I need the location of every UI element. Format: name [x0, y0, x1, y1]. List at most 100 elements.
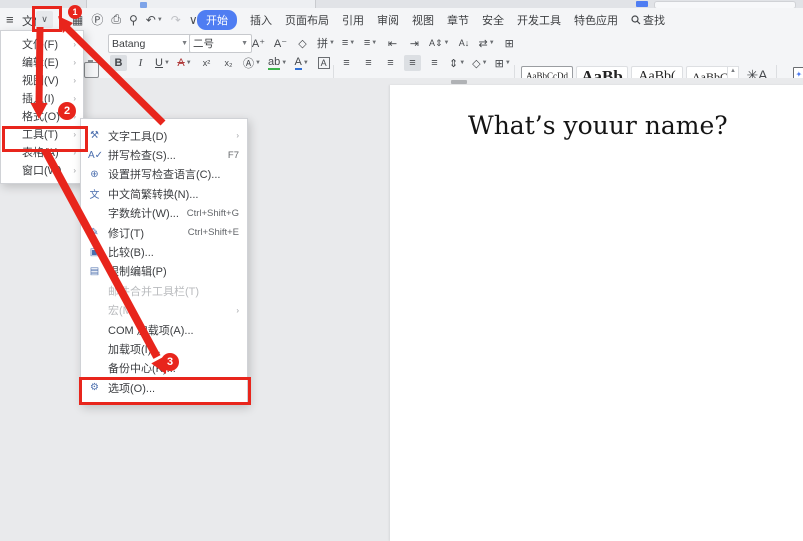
- page-setup-icon[interactable]: ⊞: [501, 35, 518, 51]
- borders-icon[interactable]: ⊞▼: [494, 55, 512, 71]
- menu-window[interactable]: 窗口(W)›: [1, 161, 83, 179]
- spellcheck-icon: A✓: [88, 150, 101, 161]
- font-name-select[interactable]: Batang▼: [108, 34, 192, 53]
- tab-view[interactable]: 视图: [412, 12, 434, 28]
- menu-file[interactable]: 文件(F)›: [1, 35, 83, 53]
- tab-special-features[interactable]: 特色应用: [574, 12, 618, 28]
- indent-marker[interactable]: [451, 80, 467, 84]
- tab-dev-tools[interactable]: 开发工具: [517, 12, 561, 28]
- font-size-select[interactable]: 二号▼: [189, 34, 252, 53]
- superscript-button[interactable]: x²: [198, 55, 215, 71]
- underline-button[interactable]: U▼: [154, 55, 171, 71]
- menu-edit-label: 编辑(E): [22, 54, 73, 70]
- new-tab-icon[interactable]: [636, 1, 648, 7]
- tab-references[interactable]: 引用: [342, 12, 364, 28]
- clear-format-icon[interactable]: ◇: [294, 35, 311, 51]
- hamburger-menu-icon[interactable]: ≡: [6, 12, 14, 27]
- ribbon-controls-row: 式刷 Batang▼ 二号▼ A⁺A⁻◇拼▼ BIU▼A▼x²x₂Ⓐ▼ab▼A▼…: [0, 30, 803, 79]
- sort-icon[interactable]: A↓: [456, 35, 473, 51]
- char-scale-icon[interactable]: A⇕▼: [428, 35, 451, 51]
- align-center-icon[interactable]: ≡: [360, 55, 377, 71]
- tab-find[interactable]: 查找: [631, 12, 665, 28]
- chevron-down-icon: ▼: [177, 40, 188, 47]
- bold-button[interactable]: B: [110, 55, 127, 71]
- increase-font-icon[interactable]: A⁺: [250, 35, 267, 51]
- chevron-down-icon: ▼: [303, 60, 309, 66]
- chevron-down-icon: ▼: [157, 17, 163, 23]
- tab-view-label: 视图: [412, 12, 434, 28]
- paragraph-layout-icon[interactable]: ⇄▼: [478, 35, 496, 51]
- superscript-button: x²: [203, 58, 211, 68]
- font-color-button[interactable]: A▼: [293, 55, 310, 71]
- align-left-icon[interactable]: ≡: [338, 55, 355, 71]
- submenu-word-count-label: 字数统计(W)...: [108, 205, 179, 221]
- redo-icon[interactable]: ↷: [171, 13, 181, 27]
- chevron-down-icon: ▼: [281, 60, 287, 66]
- print-preview-icon[interactable]: ⚲: [129, 13, 138, 27]
- pinyin-guide-icon[interactable]: 拼▼: [316, 35, 336, 51]
- paste-icon[interactable]: [84, 62, 99, 78]
- char-border-button[interactable]: Ⓐ▼: [242, 55, 262, 71]
- tab-page-layout[interactable]: 页面布局: [285, 12, 329, 28]
- line-spacing-icon[interactable]: ⇕▼: [448, 55, 466, 71]
- shading-icon[interactable]: ◇▼: [471, 55, 488, 71]
- submenu-chinese-convert[interactable]: 文中文简繁转换(N)...: [81, 184, 247, 203]
- submenu-word-count[interactable]: 字数统计(W)...Ctrl+Shift+G: [81, 204, 247, 223]
- file-menu-chevron-down-icon[interactable]: ∨: [36, 11, 53, 28]
- italic-button[interactable]: I: [132, 55, 149, 71]
- tab-review[interactable]: 审阅: [377, 12, 399, 28]
- justify-icon: ≡: [409, 57, 415, 69]
- chevron-down-icon: ▼: [329, 40, 335, 46]
- submenu-spell-check[interactable]: A✓拼写检查(S)...F7: [81, 145, 247, 164]
- document-tab[interactable]: [86, 0, 316, 8]
- tab-insert[interactable]: 插入: [250, 12, 272, 28]
- tab-review-label: 审阅: [377, 12, 399, 28]
- numbered-list-icon[interactable]: ≡▼: [362, 35, 379, 51]
- strikethrough-button[interactable]: A▼: [176, 55, 193, 71]
- paragraph-tools-row2: ≡ ≡ ≡ ≡ ≡ ⇕▼ ◇▼ ⊞▼: [338, 55, 512, 71]
- title-toolbar-row: ≡ 文件 ∨ ▦Ⓟ⎙⚲↶▼↷∨ 开始插入页面布局引用审阅视图章节安全开发工具特色…: [0, 8, 803, 30]
- menu-view-label: 视图(V): [22, 72, 73, 88]
- scroll-up-icon[interactable]: ▲: [730, 68, 736, 74]
- undo-icon[interactable]: ↶▼: [146, 13, 163, 27]
- decrease-font-icon[interactable]: A⁻: [272, 35, 289, 51]
- print-icon[interactable]: ⎙: [111, 12, 121, 27]
- tab-section[interactable]: 章节: [447, 12, 469, 28]
- chevron-down-icon: ▼: [489, 40, 495, 46]
- char-border-button: Ⓐ: [243, 55, 254, 71]
- char-shading-button[interactable]: A: [315, 55, 332, 71]
- submenu-com-addins[interactable]: COM 加载项(A)...: [81, 320, 247, 339]
- submenu-compare[interactable]: ▣比较(B)...: [81, 242, 247, 261]
- chevron-down-icon: ▼: [371, 40, 377, 46]
- submenu-text-tools[interactable]: ⚒文字工具(D)›: [81, 126, 247, 145]
- distribute-icon[interactable]: ≡: [426, 55, 443, 71]
- justify-icon[interactable]: ≡: [404, 55, 421, 71]
- submenu-arrow-icon: ›: [73, 58, 76, 67]
- menu-tools[interactable]: 工具(T)›: [1, 125, 83, 143]
- menu-view[interactable]: 视图(V)›: [1, 71, 83, 89]
- submenu-track-changes[interactable]: ✎修订(T)Ctrl+Shift+E: [81, 223, 247, 242]
- document-text[interactable]: What’s youur name?: [468, 111, 728, 140]
- menu-table[interactable]: 表格(A)›: [1, 143, 83, 161]
- tab-security[interactable]: 安全: [482, 12, 504, 28]
- decrease-indent-icon[interactable]: ⇤: [384, 35, 401, 51]
- submenu-restrict-editing[interactable]: ▤限制编辑(P): [81, 262, 247, 281]
- numbered-list-icon: ≡: [364, 37, 370, 49]
- document-page[interactable]: [390, 85, 803, 541]
- align-right-icon[interactable]: ≡: [382, 55, 399, 71]
- menu-window-label: 窗口(W): [22, 162, 73, 178]
- submenu-restrict-editing-label: 限制编辑(P): [108, 263, 239, 279]
- submenu-arrow-icon: ›: [236, 306, 239, 315]
- subscript-button[interactable]: x₂: [220, 55, 237, 71]
- highlight-button[interactable]: ab▼: [267, 55, 288, 71]
- wrench-icon: ⚒: [88, 130, 101, 141]
- bullet-list-icon[interactable]: ≡▼: [340, 35, 357, 51]
- increase-indent-icon[interactable]: ⇥: [406, 35, 423, 51]
- submenu-options[interactable]: ⚙选项(O)...: [81, 378, 247, 397]
- tab-home[interactable]: 开始: [197, 10, 237, 30]
- font-tools-row1: A⁺ A⁻ ◇ 拼▼: [250, 35, 336, 51]
- submenu-spell-language[interactable]: ⊕设置拼写检查语言(C)...: [81, 165, 247, 184]
- export-pdf-icon[interactable]: Ⓟ: [91, 11, 103, 28]
- menu-edit[interactable]: 编辑(E)›: [1, 53, 83, 71]
- decrease-indent-icon: ⇤: [388, 37, 397, 50]
